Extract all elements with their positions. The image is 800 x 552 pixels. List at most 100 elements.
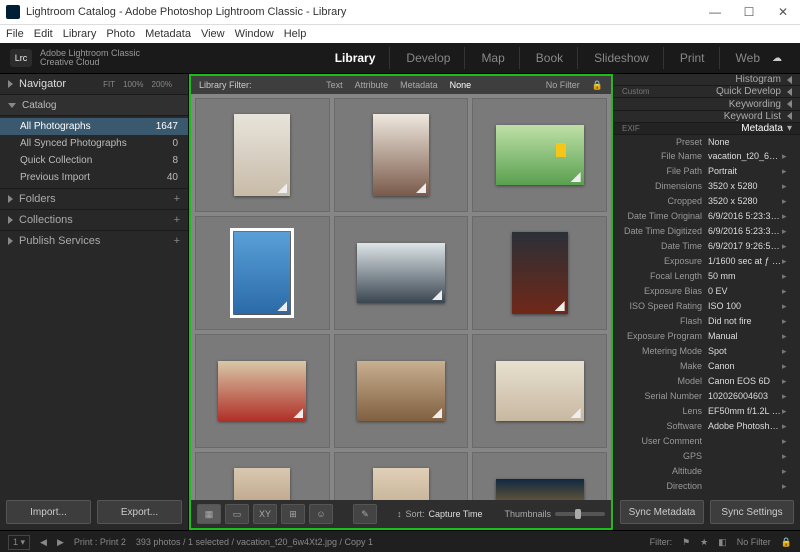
grid-cell[interactable] [195,452,330,500]
page-indicator[interactable]: 1 ▾ [8,535,30,550]
maximize-button[interactable]: ☐ [732,0,766,24]
close-button[interactable]: ✕ [766,0,800,24]
catalog-item-all-photographs[interactable]: All Photographs1647 [0,118,188,135]
metadata-value[interactable]: 50 mm [708,271,782,282]
collections-header[interactable]: Collections+ [0,209,188,230]
keywording-header[interactable]: Keywording [614,98,800,110]
navigator-header[interactable]: Navigator FIT 100% 200% [0,74,188,95]
metadata-value[interactable] [708,451,782,462]
goto-icon[interactable]: ▸ [782,361,792,372]
metadata-value[interactable]: 3520 x 5280 [708,181,782,192]
metadata-value[interactable]: Adobe Photoshop Lightroom 5... [708,421,782,432]
grid-cell[interactable] [334,216,469,330]
photo-thumbnail[interactable] [218,361,306,421]
filter-tab-attribute[interactable]: Attribute [355,80,389,90]
filter-tab-metadata[interactable]: Metadata [400,80,438,90]
menu-window[interactable]: Window [235,28,274,40]
compare-view-button[interactable]: XY [253,504,277,524]
catalog-item-previous-import[interactable]: Previous Import40 [0,169,188,186]
goto-icon[interactable]: ▸ [782,181,792,192]
metadata-value[interactable]: 102026004603 [708,391,782,402]
goto-icon[interactable]: ▸ [782,151,792,162]
goto-icon[interactable]: ▸ [782,286,792,297]
goto-icon[interactable]: ▸ [782,211,792,222]
histogram-header[interactable]: Histogram [614,74,800,86]
photo-thumbnail[interactable] [512,232,568,314]
goto-icon[interactable]: ▸ [782,451,792,462]
painter-tool-button[interactable]: ✎ [353,504,377,524]
metadata-value[interactable]: 6/9/2017 9:26:59 PM [708,241,782,252]
goto-icon[interactable]: ▸ [782,436,792,447]
photo-thumbnail[interactable] [373,468,429,500]
module-web[interactable]: Web [734,47,764,69]
flag-filter-icon[interactable]: ⚑ [682,537,690,548]
grid-view-button[interactable]: ▦ [197,504,221,524]
metadata-value[interactable]: Manual [708,331,782,342]
goto-icon[interactable]: ▸ [782,196,792,207]
survey-view-button[interactable]: ⊞ [281,504,305,524]
cloud-sync-icon[interactable]: ☁ [772,52,790,64]
menu-file[interactable]: File [6,28,24,40]
metadata-value[interactable]: 3520 x 5280 [708,196,782,207]
sort-direction-icon[interactable]: ↕ [397,509,402,519]
grid-cell[interactable] [472,452,607,500]
menu-help[interactable]: Help [284,28,307,40]
grid-cell[interactable] [195,216,330,330]
thumbnail-grid[interactable] [191,94,611,500]
metadata-value[interactable]: Did not fire [708,316,782,327]
metadata-value[interactable] [708,466,782,477]
color-filter-icon[interactable]: ◧ [718,537,727,548]
menu-view[interactable]: View [201,28,225,40]
metadata-value[interactable]: 6/9/2016 5:23:34 PM [708,226,782,237]
plus-icon[interactable]: + [174,193,180,205]
publish-services-header[interactable]: Publish Services+ [0,230,188,251]
metadata-value[interactable]: ISO 100 [708,301,782,312]
metadata-value[interactable]: 6/9/2016 5:23:34 PM [708,211,782,222]
goto-icon[interactable]: ▸ [782,406,792,417]
import-button[interactable]: Import... [6,500,91,524]
minimize-button[interactable]: — [698,0,732,24]
grid-cell[interactable] [334,98,469,212]
people-view-button[interactable]: ☺ [309,504,333,524]
grid-cell[interactable] [334,334,469,448]
filter-tab-text[interactable]: Text [326,80,343,90]
metadata-value[interactable]: 1/1600 sec at ƒ / 1.6 [708,256,782,267]
module-book[interactable]: Book [534,47,578,69]
metadata-value[interactable]: 0 EV [708,286,782,297]
menu-photo[interactable]: Photo [106,28,135,40]
menu-edit[interactable]: Edit [34,28,53,40]
goto-icon[interactable]: ▸ [782,271,792,282]
goto-icon[interactable]: ▸ [782,256,792,267]
metadata-value[interactable]: Portrait [708,166,782,177]
metadata-header[interactable]: EXIFMetadata▾ [614,123,800,135]
module-slideshow[interactable]: Slideshow [592,47,664,69]
keyword-list-header[interactable]: Keyword List [614,111,800,123]
filter-tab-none[interactable]: None [450,80,472,90]
metadata-preset-value[interactable]: None [708,137,792,147]
sort-value[interactable]: Capture Time [429,509,483,519]
goto-icon[interactable]: ▸ [782,376,792,387]
grid-cell[interactable] [334,452,469,500]
menu-library[interactable]: Library [63,28,97,40]
grid-cell[interactable] [195,334,330,448]
goto-icon[interactable]: ▸ [782,166,792,177]
grid-cell[interactable] [195,98,330,212]
module-library[interactable]: Library [333,47,391,69]
goto-icon[interactable]: ▸ [782,481,792,492]
zoom-100[interactable]: 100% [123,80,143,89]
zoom-200[interactable]: 200% [152,80,172,89]
goto-icon[interactable]: ▸ [782,241,792,252]
photo-thumbnail-selected[interactable] [234,232,290,314]
metadata-value[interactable]: Canon [708,361,782,372]
plus-icon[interactable]: + [174,235,180,247]
grid-cell[interactable] [472,216,607,330]
goto-icon[interactable]: ▸ [782,226,792,237]
grid-cell[interactable] [472,334,607,448]
goto-icon[interactable]: ▸ [782,316,792,327]
photo-thumbnail[interactable] [234,468,290,500]
metadata-value[interactable] [708,436,782,447]
sync-settings-button[interactable]: Sync Settings [710,500,794,524]
module-develop[interactable]: Develop [404,47,465,69]
metadata-value[interactable]: vacation_t20_6w4Xt2.jpg [708,151,782,162]
menu-metadata[interactable]: Metadata [145,28,191,40]
